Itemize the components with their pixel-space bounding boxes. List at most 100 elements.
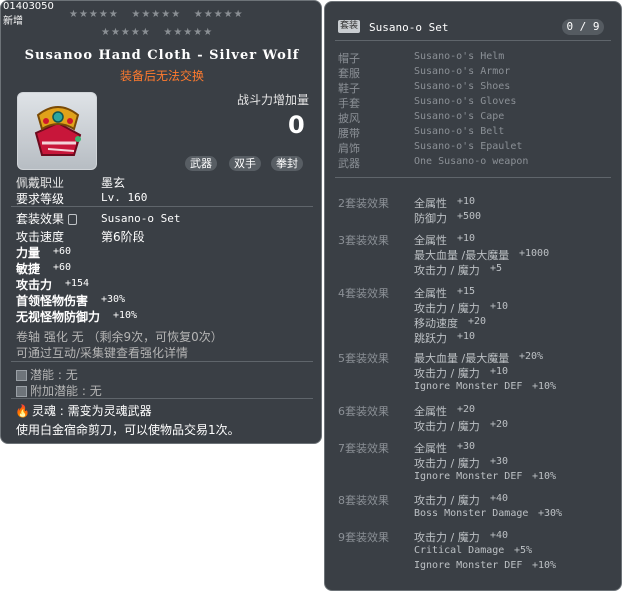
set-label: 套装效果 [16,210,77,227]
flame-icon: 🔥 [15,404,30,418]
set-effect-value: +500 [457,211,482,222]
combat-power-label: 战斗力增加量 [237,93,310,107]
set-piece-slot: 披风 [338,112,360,125]
set-piece-slot: 肩饰 [338,142,360,155]
combat-power-value: 0 [288,111,305,139]
set-piece-slot: 鞋子 [338,82,360,95]
bonus-potential-row: 附加潜能 : 无 [16,382,102,399]
set-effect-label: 9套装效果 [338,531,389,544]
set-piece-slot: 手套 [338,97,360,110]
set-effect-value: +10 [457,233,476,244]
star-group: ★★★★★ [193,9,244,20]
soul-row: 🔥 灵魂 : 需变为灵魂武器 [15,404,152,418]
set-effect-label: 4套装效果 [338,287,389,300]
set-piece-slot: 武器 [338,157,360,170]
set-effect-label: 2套装效果 [338,197,389,210]
set-effect-value: +10 [490,366,509,377]
set-effect-stat: 全属性 [414,287,447,300]
item-title: Susanoo Hand Cloth - Silver Wolf [24,48,300,63]
stat-boss-label: 首领怪物伤害 [16,294,89,308]
set-piece-name: Susano-o's Cape [414,111,505,122]
set-label-text: 套装效果 [16,212,65,226]
stat-boss-value: +30% [101,294,126,305]
set-effect-stat: Ignore Monster DEF [414,560,523,571]
set-effect-value: +30% [538,508,563,519]
set-effect-stat: 跳跃力 [414,332,447,345]
star-group: ★★★★★ [69,9,119,20]
set-effect-stat: Ignore Monster DEF [414,381,523,392]
set-effect-stat: 移动速度 [414,317,458,330]
set-effect-value: +5% [514,545,533,556]
potential-value: 无 [65,368,78,382]
set-piece-count: 0 / 9 [562,19,604,35]
job-value: 墨玄 [101,176,126,190]
set-name: Susano-o Set [369,21,449,34]
set-effect-label: 5套装效果 [338,352,389,365]
divider [11,206,313,207]
scissors-note: 使用白金宿命剪刀，可以使物品交易1次。 [16,423,240,437]
set-effect-value: +20 [457,404,476,415]
stat-str-label: 力量 [16,246,41,260]
set-piece-name: Susano-o's Epaulet [414,141,523,152]
set-effect-value: +40 [490,530,509,541]
level-label: 要求等级 [16,192,65,206]
set-effect-stat: 最大血量 /最大魔量 [414,352,510,365]
set-effect-label: 6套装效果 [338,405,389,418]
bonus-potential-label: 附加潜能 [30,384,79,398]
level-value: Lv. 160 [101,191,148,204]
set-effect-value: +20 [468,316,487,327]
set-piece-slot: 套服 [338,67,360,80]
stat-ied-label: 无视怪物防御力 [16,310,101,324]
soul-value: 需变为灵魂武器 [67,404,152,418]
divider [335,177,611,178]
set-effect-value: +1000 [519,248,550,259]
set-piece-name: One Susano-o weapon [414,156,529,167]
set-effect-stat: 攻击力 / 魔力 [414,494,480,507]
set-info-icon[interactable] [67,214,77,225]
item-tooltip-panel: 01403050 新增 ★★★★★ ★★★★★ ★★★★★ ★★★★★ ★★★★… [0,0,322,444]
scroll-info: 卷轴 强化 无 （剩余9次，可恢复0次） [16,330,223,344]
trade-restriction: 装备后无法交换 [119,69,204,83]
set-effect-value: +15 [457,286,476,297]
stat-ied-value: +10% [113,310,138,321]
set-effect-value: +20 [490,419,509,430]
set-effect-stat: 攻击力 / 魔力 [414,457,480,470]
potential-row: 潜能 : 无 [16,366,78,383]
potential-gem-icon [16,370,27,381]
star-group: ★★★★★ [101,27,151,38]
set-effect-value: +5 [490,263,503,274]
enhance-hint: 可通过互动/采集键查看强化详情 [16,346,189,360]
tag-weapon: 武器 [185,156,217,171]
set-piece-name: Susano-o's Gloves [414,96,517,107]
item-subtitle: 新增 [3,16,23,27]
speed-value: 第6阶段 [101,230,145,244]
stat-dex-value: +60 [53,262,72,273]
potential-label: 潜能 [30,368,55,382]
set-effect-value: +10 [457,196,476,207]
set-piece-name: Susano-o's Armor [414,66,511,77]
set-effect-value: +10 [490,301,509,312]
tag-weapon-type: 拳封 [271,156,303,171]
divider [11,398,313,399]
item-id: 01403050 [3,1,54,12]
hand-cloth-icon [34,106,82,156]
set-piece-name: Susano-o's Belt [414,126,505,137]
set-value: Susano-o Set [101,212,181,225]
soul-label: 灵魂 [31,404,56,418]
divider [11,361,313,362]
set-effect-stat: Boss Monster Damage [414,508,529,519]
stat-dex-label: 敏捷 [16,262,41,276]
set-effect-stat: Ignore Monster DEF [414,471,523,482]
stat-att-label: 攻击力 [16,278,53,292]
set-effect-value: +10% [532,471,557,482]
set-piece-slot: 腰带 [338,127,360,140]
set-effect-stat: 攻击力 / 魔力 [414,367,480,380]
set-effect-stat: 全属性 [414,442,447,455]
star-group: ★★★★★ [163,27,214,38]
star-rating-row1: ★★★★★ ★★★★★ ★★★★★ [69,9,244,20]
set-effect-stat: 全属性 [414,197,447,210]
set-effect-stat: 攻击力 / 魔力 [414,264,480,277]
divider [335,40,611,41]
set-effect-value: +30 [457,441,476,452]
stat-str-value: +60 [53,246,72,257]
